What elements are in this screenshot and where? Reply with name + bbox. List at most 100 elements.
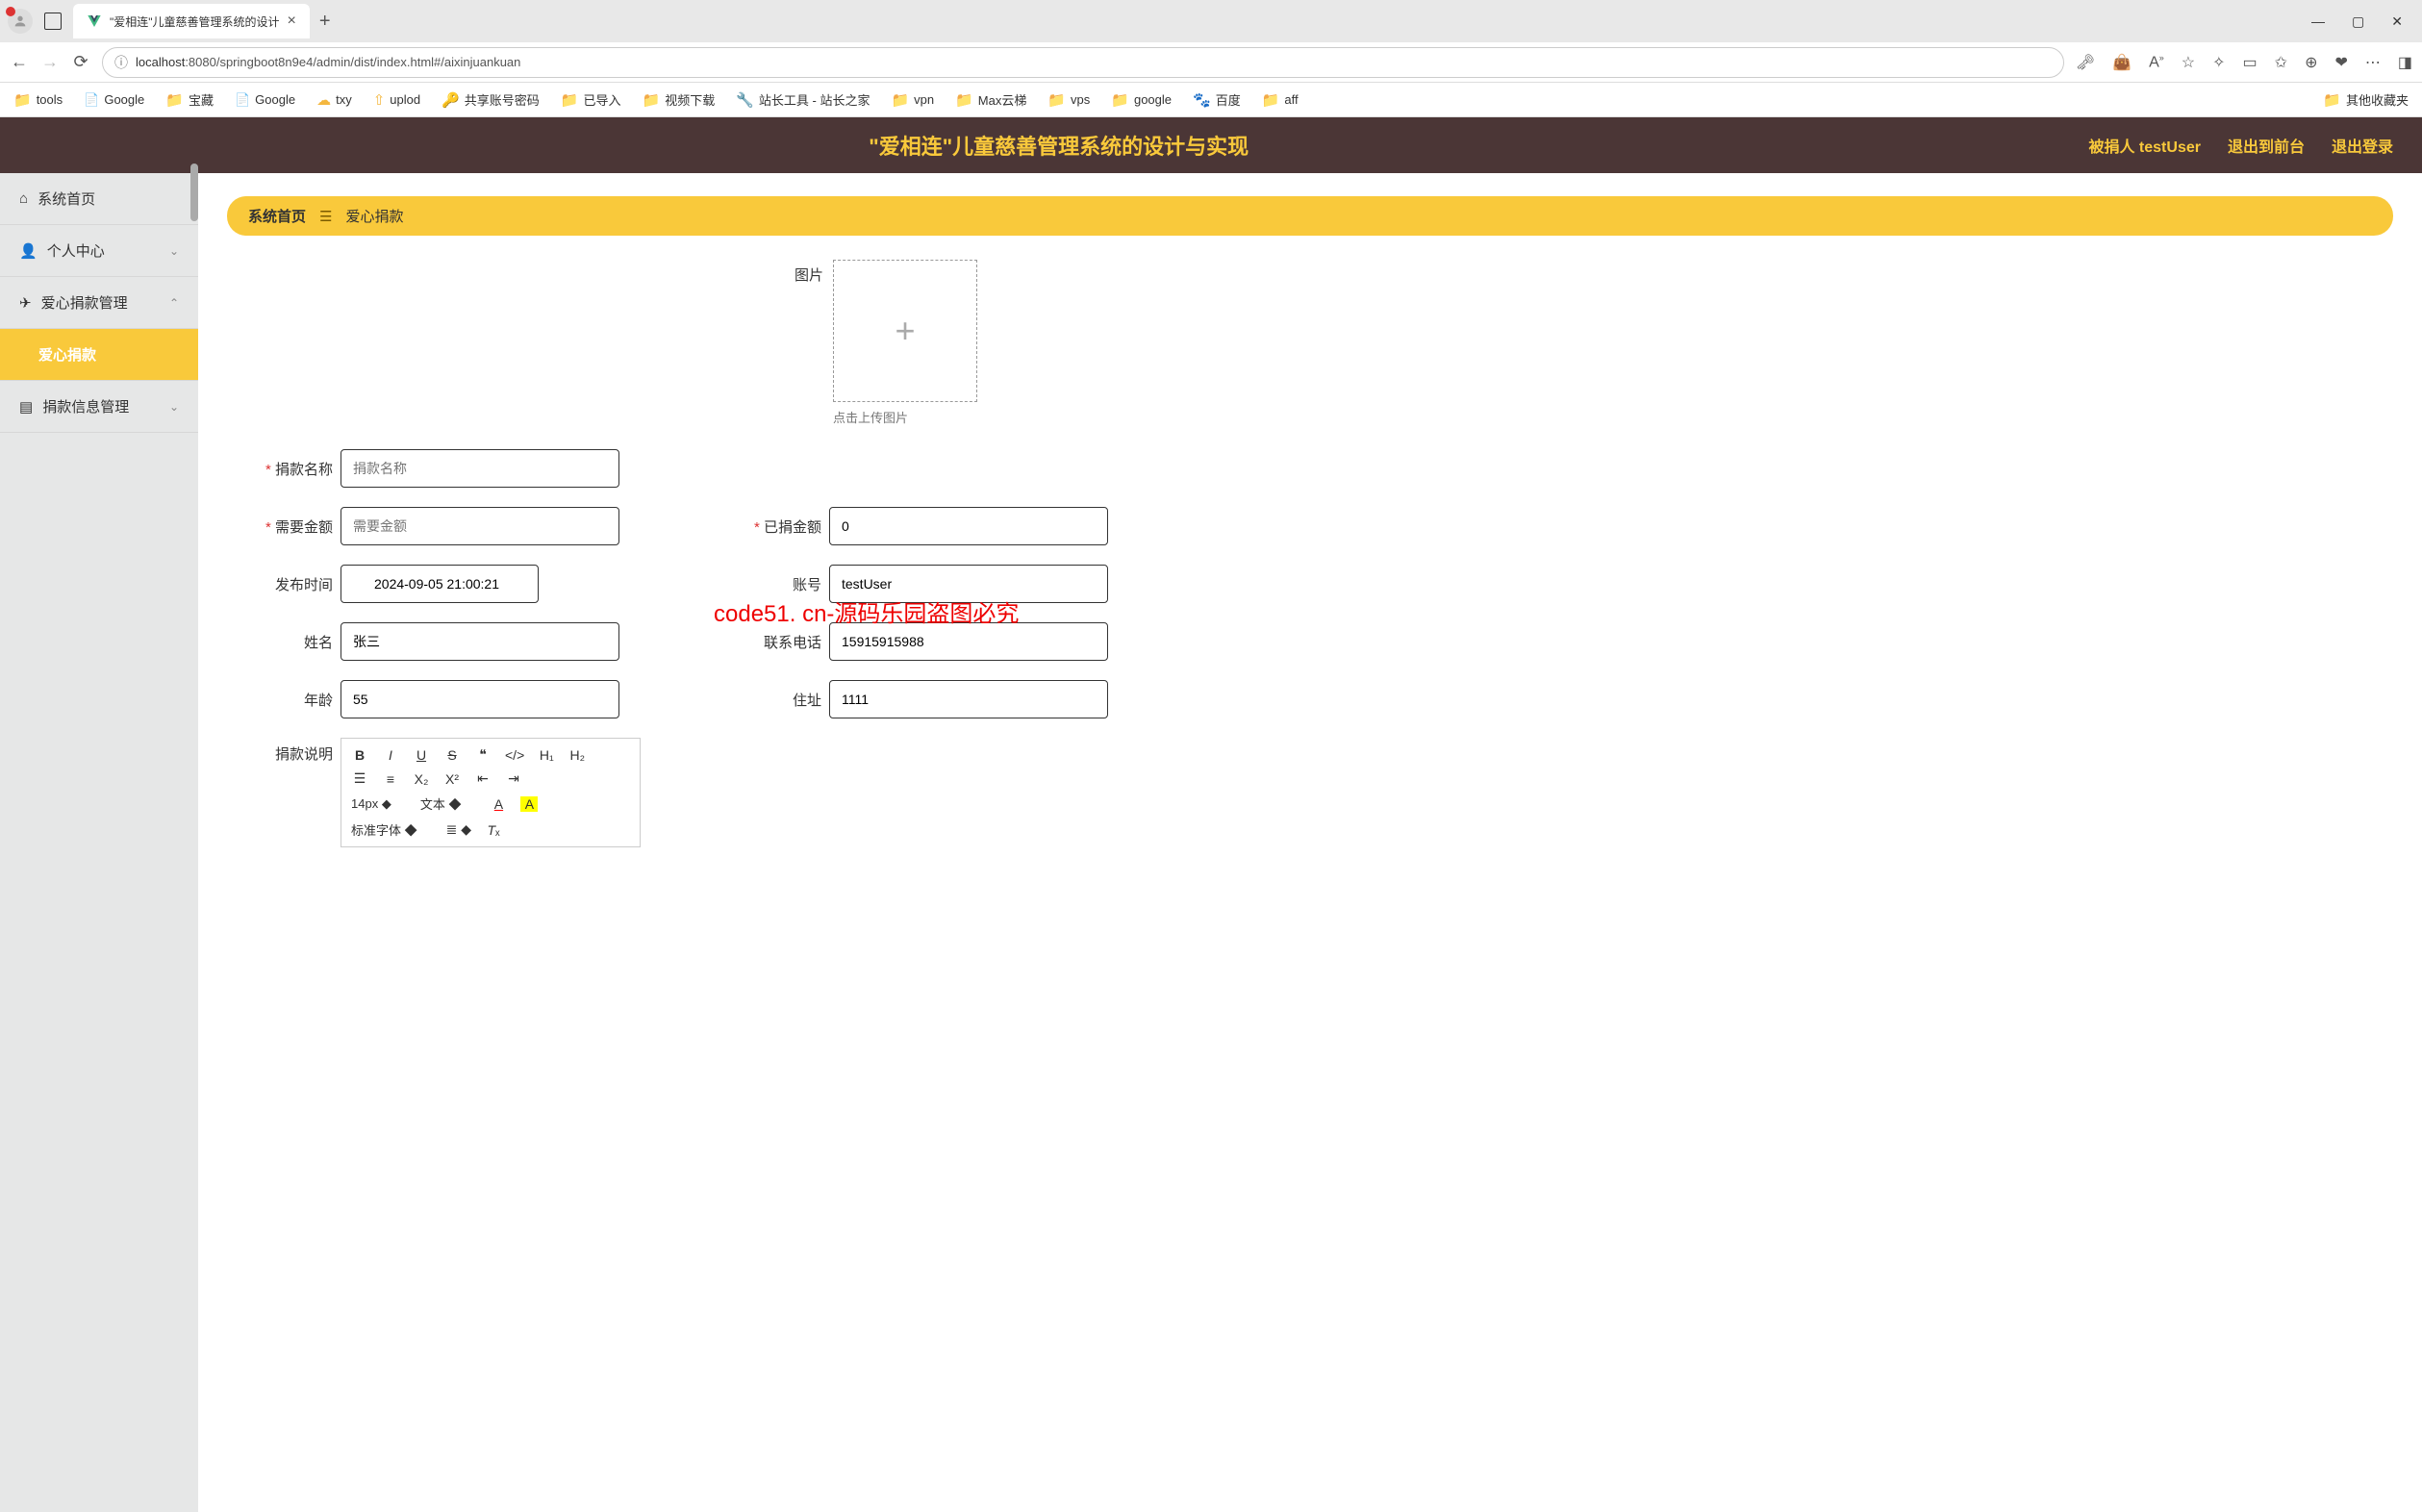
italic-button[interactable]: I [382,747,399,763]
bookmark-item[interactable]: 🔑共享账号密码 [442,90,540,109]
unordered-list-button[interactable]: ≡ [382,771,399,787]
text-color-button[interactable]: A [490,796,507,812]
realname-input[interactable] [341,622,619,661]
sidebar-toggle-icon[interactable]: ◨ [2398,53,2412,72]
header-user[interactable]: 被捐人 testUser [2088,134,2200,157]
subscript-button[interactable]: X₂ [413,771,430,787]
need-amount-input[interactable] [341,507,619,545]
sidebar-item-donation-info[interactable]: ▤捐款信息管理⌄ [0,381,198,433]
account-input[interactable] [829,565,1108,603]
maximize-button[interactable]: ▢ [2352,13,2364,30]
quote-button[interactable]: ❝ [474,746,492,763]
strike-button[interactable]: S [443,747,461,763]
bookmark-item[interactable]: 📄Google [235,92,295,108]
bookmark-item[interactable]: 📁Max云梯 [955,90,1026,109]
bookmark-item[interactable]: 🔧站长工具 - 站长之家 [736,90,870,109]
new-tab-button[interactable]: + [319,11,331,33]
extensions-icon[interactable]: ✧ [2212,53,2225,72]
bookmark-icon: 📁 [1111,91,1129,109]
reading-list-icon[interactable]: ▭ [2243,53,2258,72]
bookmark-item[interactable]: 📁vps [1047,91,1090,109]
scrollbar-thumb[interactable] [190,173,198,221]
bold-button[interactable]: B [351,747,368,763]
bookmark-item[interactable]: ☁txy [316,91,352,109]
collections-icon[interactable]: ⊕ [2305,53,2317,72]
bookmark-item[interactable]: 📄Google [84,92,144,108]
refresh-button[interactable]: ⟳ [71,52,90,72]
textmode-select[interactable]: 文本 ◆ [420,794,477,813]
donated-amount-input[interactable] [829,507,1108,545]
url-input[interactable]: ⓘ localhost:8080/springboot8n9e4/admin/d… [102,47,2064,78]
shopping-icon[interactable]: 👜 [2112,53,2132,72]
sidebar-item-home[interactable]: ⌂系统首页 [0,173,198,225]
tab-close-icon[interactable]: × [288,13,296,30]
bookmark-item[interactable]: 📁视频下载 [643,90,716,109]
bookmark-item[interactable]: 📁vpn [891,91,934,109]
bookmarks-bar: 📁tools 📄Google 📁宝藏 📄Google ☁txy ⇧uplod 🔑共享账号密码… [0,83,2422,117]
profile-avatar[interactable] [8,9,33,34]
bookmark-item[interactable]: 📁google [1111,91,1172,109]
chevron-down-icon: ⌄ [169,244,179,258]
bg-color-button[interactable]: A [520,796,538,812]
bookmark-item[interactable]: 📁tools [13,91,63,109]
site-info-icon[interactable]: ⓘ [114,53,128,72]
phone-input[interactable] [829,622,1108,661]
back-button[interactable]: ← [10,52,29,72]
image-upload-box[interactable]: + [833,260,977,402]
home-icon: ⌂ [19,190,28,207]
fontfamily-select[interactable]: 标准字体 ◆ [351,820,433,839]
bookmark-item[interactable]: 🐾百度 [1193,90,1241,109]
bookmark-item[interactable]: ⇧uplod [373,91,420,109]
main-content: 系统首页 ☰ 爱心捐款 图片 + 点击上传图片 捐款名称 [198,173,2422,1512]
title-bar: "爱相连"儿童慈善管理系统的设计 × + — ▢ ✕ [0,0,2422,42]
sidebar-item-donation[interactable]: 爱心捐款 [0,329,198,381]
superscript-button[interactable]: X² [443,771,461,787]
underline-button[interactable]: U [413,747,430,763]
donation-form: 捐款名称 需要金额 已捐金额 发布时间 [227,449,2393,847]
bookmark-item[interactable]: 📁aff [1262,91,1299,109]
bookmark-icon: 🔑 [442,91,460,109]
send-icon: ✈ [19,294,32,312]
url-bar: ← → ⟳ ⓘ localhost:8080/springboot8n9e4/a… [0,42,2422,83]
more-icon[interactable]: ⋯ [2365,53,2381,72]
star-outline-icon[interactable]: ☆ [2182,53,2195,72]
breadcrumb-home[interactable]: 系统首页 [248,206,306,226]
name-label: 捐款名称 [227,459,333,479]
sidebar-item-donation-mgmt[interactable]: ✈爱心捐款管理⌃ [0,277,198,329]
tab-title: "爱相连"儿童慈善管理系统的设计 [110,13,280,30]
browser-tab[interactable]: "爱相连"儿童慈善管理系统的设计 × [73,4,310,38]
bookmark-item[interactable]: 📁宝藏 [165,90,214,109]
name-input[interactable] [341,449,619,488]
exit-to-front-link[interactable]: 退出到前台 [2228,134,2305,157]
app-title: "爱相连"儿童慈善管理系统的设计与实现 [29,130,2088,161]
sidebar-item-personal[interactable]: 👤个人中心⌄ [0,225,198,277]
text-size-icon[interactable]: A» [2149,53,2164,71]
indent-button[interactable]: ⇥ [505,770,522,787]
minimize-button[interactable]: — [2311,13,2325,30]
age-input[interactable] [341,680,619,718]
fontsize-select[interactable]: 14px ◆ [351,796,407,812]
code-button[interactable]: </> [505,747,524,763]
breadcrumb: 系统首页 ☰ 爱心捐款 [227,196,2393,236]
other-bookmarks[interactable]: 📁其他收藏夹 [2323,90,2409,109]
logout-link[interactable]: 退出登录 [2332,134,2393,157]
plus-icon: + [896,311,916,351]
close-window-button[interactable]: ✕ [2391,13,2403,30]
h2-button[interactable]: H₂ [568,747,586,763]
bookmark-icon: 📁 [643,91,661,109]
align-select[interactable]: ≣ ◆ [446,821,471,838]
bookmark-icon: 📁 [955,91,973,109]
clear-format-button[interactable]: Tₓ [485,822,502,838]
key-icon[interactable]: 🗝 [2076,53,2095,72]
outdent-button[interactable]: ⇤ [474,770,492,787]
forward-button[interactable]: → [40,52,60,72]
publish-time-input[interactable] [341,565,539,603]
image-label: 图片 [795,265,823,285]
favorites-icon[interactable]: ✩ [2275,53,2287,72]
address-input[interactable] [829,680,1108,718]
ordered-list-button[interactable]: ☰ [351,770,368,787]
h1-button[interactable]: H₁ [538,747,555,763]
sync-icon[interactable]: ❤ [2334,53,2347,72]
user-icon: 👤 [19,242,38,260]
bookmark-item[interactable]: 📁已导入 [561,90,621,109]
